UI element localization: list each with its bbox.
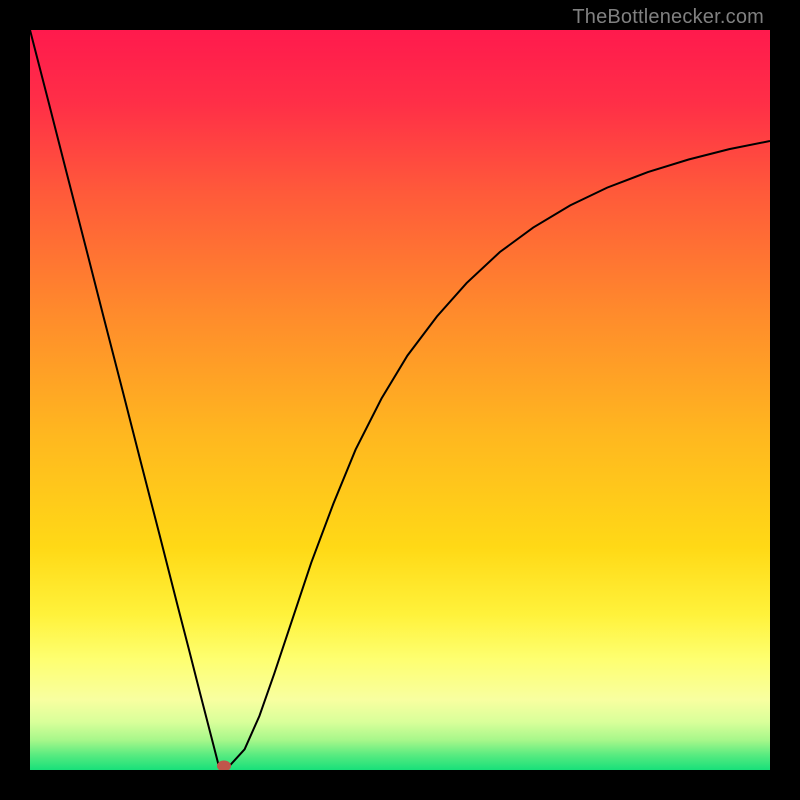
watermark-text: TheBottlenecker.com	[572, 6, 764, 29]
bottleneck-curve	[30, 30, 770, 766]
chart-container: TheBottlenecker.com	[0, 0, 800, 800]
minimum-marker	[217, 760, 231, 770]
curve-layer	[30, 30, 770, 770]
plot-area	[30, 30, 770, 770]
